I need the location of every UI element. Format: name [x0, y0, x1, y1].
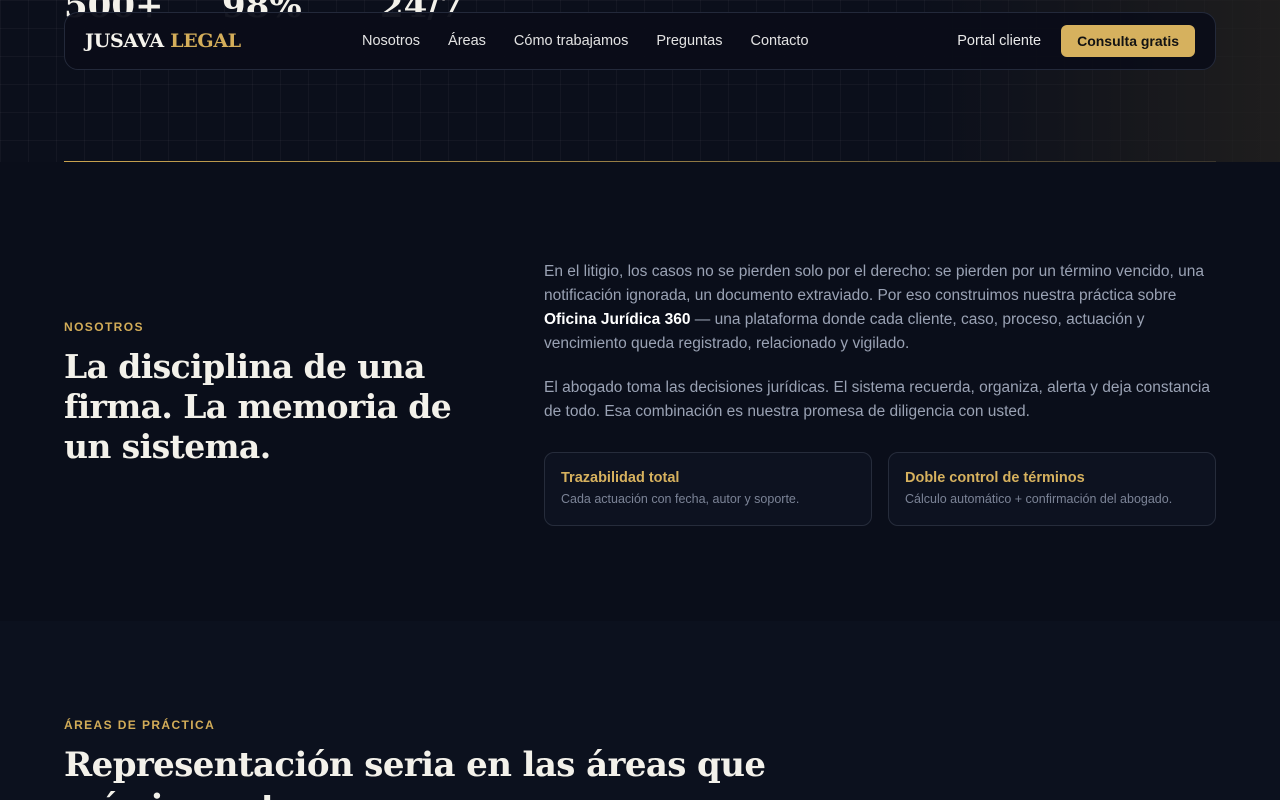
free-consultation-button[interactable]: Consulta gratis: [1061, 25, 1195, 57]
logo-name: JUSAVA: [85, 30, 164, 52]
feature-card-title: Doble control de términos: [905, 470, 1085, 486]
feature-card-traceability: Trazabilidad total Cada actuación con fe…: [544, 452, 872, 526]
nav-link-preguntas[interactable]: Preguntas: [656, 33, 722, 49]
about-eyebrow: NOSOTROS: [64, 320, 144, 334]
about-heading-block: NOSOTROS La disciplina de una firma. La …: [64, 320, 504, 467]
practice-areas-eyebrow: ÁREAS DE PRÁCTICA: [64, 718, 216, 732]
about-paragraph-2: El abogado toma las decisiones jurídicas…: [544, 379, 1211, 420]
feature-card-desc: Cálculo automático + confirmación del ab…: [905, 492, 1173, 506]
practice-areas-title: Representación seria en las áreas que má…: [64, 745, 766, 800]
about-title: La disciplina de una firma. La memoria d…: [64, 347, 452, 466]
platform-name: Oficina Jurídica 360: [544, 311, 691, 328]
about-content: En el litigio, los casos no se pierden s…: [544, 260, 1220, 526]
practice-areas-section: ÁREAS DE PRÁCTICA Representación seria e…: [0, 621, 1280, 800]
nav-actions: Portal cliente Consulta gratis: [957, 25, 1195, 57]
logo-accent: LEGAL: [170, 30, 241, 52]
nav-link-contacto[interactable]: Contacto: [750, 33, 808, 49]
client-portal-link[interactable]: Portal cliente: [957, 33, 1041, 49]
feature-cards: Trazabilidad total Cada actuación con fe…: [544, 452, 1220, 526]
about-paragraph-1: En el litigio, los casos no se pierden s…: [544, 260, 1220, 356]
nav-links: Nosotros Áreas Cómo trabajamos Preguntas…: [362, 33, 809, 49]
nav-link-areas[interactable]: Áreas: [448, 33, 486, 49]
about-paragraph-1-start: En el litigio, los casos no se pierden s…: [544, 263, 1205, 304]
nav-link-como-trabajamos[interactable]: Cómo trabajamos: [514, 33, 628, 49]
practice-areas-heading-block: ÁREAS DE PRÁCTICA Representación seria e…: [64, 718, 824, 800]
top-navbar: JUSAVA LEGAL Nosotros Áreas Cómo trabaja…: [64, 12, 1216, 70]
brand-logo[interactable]: JUSAVA LEGAL: [85, 30, 362, 52]
feature-card-desc: Cada actuación con fecha, autor y soport…: [561, 492, 800, 506]
feature-card-title: Trazabilidad total: [561, 470, 680, 486]
nav-link-nosotros[interactable]: Nosotros: [362, 33, 420, 49]
about-section: NOSOTROS La disciplina de una firma. La …: [0, 162, 1280, 621]
feature-card-deadline-control: Doble control de términos Cálculo automá…: [888, 452, 1216, 526]
